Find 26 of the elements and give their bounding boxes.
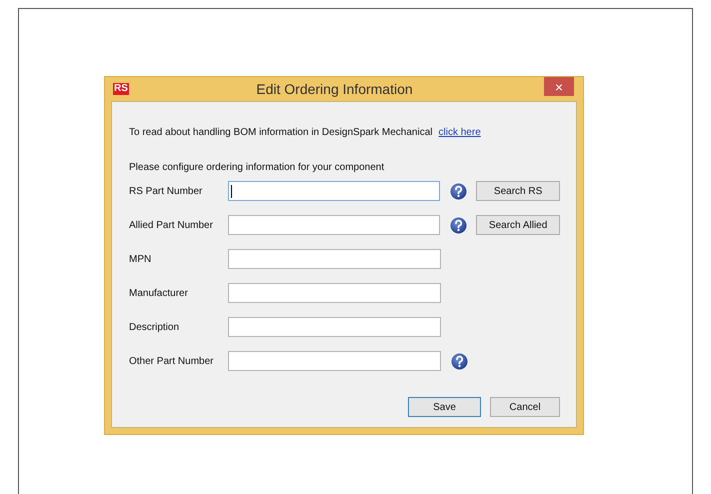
field-label: RS Part Number: [129, 184, 204, 198]
input-field[interactable]: [228, 317, 441, 337]
input-field[interactable]: [228, 283, 441, 303]
intro-text: To read about handling BOM information in DesignSpark Mechanical: [129, 126, 433, 140]
input-field[interactable]: [228, 351, 441, 371]
field-label: Allied Part Number: [129, 218, 214, 232]
window-title: Edit Ordering Information: [255, 80, 414, 99]
dialog-button[interactable]: Save: [408, 397, 481, 417]
help-link[interactable]: click here: [438, 125, 481, 140]
text-cursor: [230, 184, 232, 198]
input-field[interactable]: [228, 249, 441, 269]
dialog-button[interactable]: Cancel: [490, 397, 560, 417]
instruction-text: Please configure ordering information for your component: [129, 161, 386, 175]
close-button[interactable]: ×: [544, 77, 574, 96]
input-field[interactable]: [228, 181, 440, 201]
field-label: Description: [129, 320, 180, 334]
app-logo: RS: [113, 83, 129, 95]
help-icon[interactable]: [450, 216, 467, 234]
field-label: Manufacturer: [129, 286, 189, 300]
input-field[interactable]: [228, 215, 440, 235]
search-button[interactable]: Search Allied: [476, 215, 560, 235]
field-label: MPN: [129, 252, 152, 266]
help-icon[interactable]: [450, 352, 468, 370]
help-icon[interactable]: [450, 182, 467, 200]
field-label: Other Part Number: [129, 354, 214, 368]
search-button[interactable]: Search RS: [476, 181, 560, 201]
